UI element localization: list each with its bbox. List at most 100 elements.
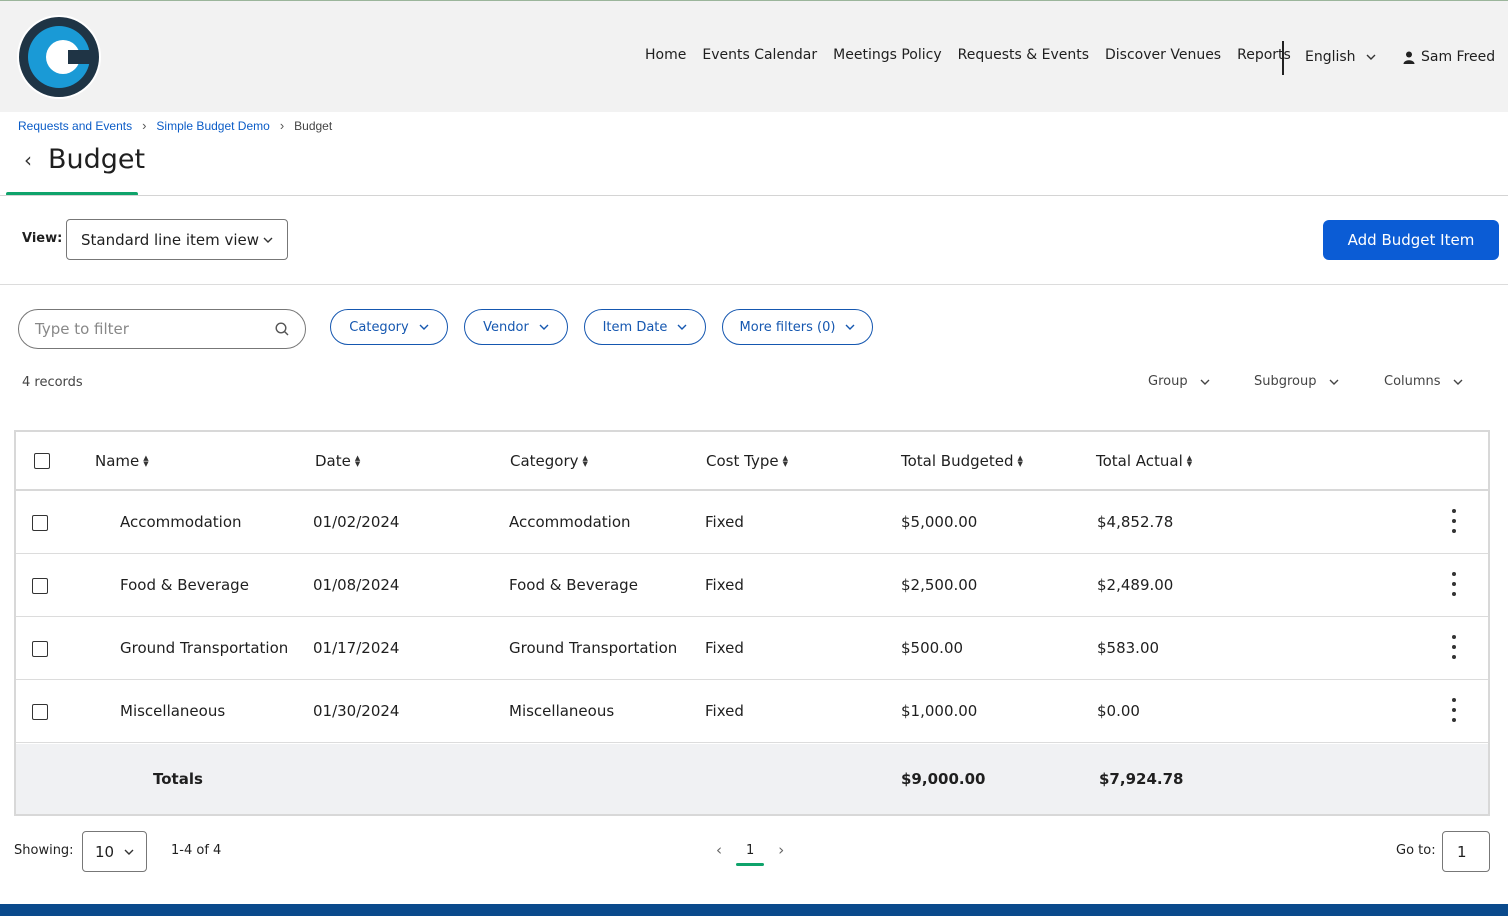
view-label: View:	[22, 231, 63, 246]
chevron-down-icon	[845, 324, 855, 330]
cell-category: Ground Transportation	[509, 639, 678, 657]
table-row[interactable]: Ground Transportation 01/17/2024 Ground …	[16, 617, 1488, 680]
cell-cost-type: Fixed	[705, 702, 744, 720]
goto-page-input[interactable]: 1	[1442, 831, 1490, 872]
cell-date: 01/08/2024	[313, 576, 400, 594]
chevron-right-icon: ›	[142, 118, 147, 133]
totals-row: Totals $9,000.00 $7,924.78	[16, 744, 1488, 814]
cell-category: Food & Beverage	[509, 576, 638, 594]
nav-home[interactable]: Home	[637, 47, 694, 63]
sort-icon: ▲ ▼	[582, 454, 588, 468]
nav-reports[interactable]: Reports	[1229, 47, 1299, 63]
cell-total-actual: $583.00	[1097, 639, 1160, 657]
category-filter-pill[interactable]: Category	[330, 309, 448, 345]
chevron-down-icon	[419, 324, 429, 330]
column-header-label: Total Actual	[1096, 452, 1183, 470]
sort-icon: ▲ ▼	[143, 454, 149, 468]
user-name: Sam Freed	[1421, 49, 1496, 65]
column-header-date[interactable]: Date ▲ ▼	[315, 452, 360, 470]
breadcrumb-simple-budget-demo[interactable]: Simple Budget Demo	[156, 119, 269, 133]
table-row[interactable]: Accommodation 01/02/2024 Accommodation F…	[16, 491, 1488, 554]
back-arrow-icon[interactable]: ‹	[24, 148, 32, 172]
columns-label: Columns	[1384, 374, 1441, 389]
row-menu-icon[interactable]	[1446, 572, 1462, 596]
subgroup-dropdown[interactable]: Subgroup	[1254, 374, 1339, 389]
chevron-down-icon	[1453, 379, 1463, 385]
row-checkbox[interactable]	[32, 578, 48, 594]
column-header-total-budgeted[interactable]: Total Budgeted ▲ ▼	[901, 452, 1023, 470]
chevron-down-icon	[677, 324, 687, 330]
top-header: Home Events Calendar Meetings Policy Req…	[0, 0, 1508, 112]
group-label: Group	[1148, 374, 1188, 389]
breadcrumb-requests-events[interactable]: Requests and Events	[18, 119, 132, 133]
column-header-label: Date	[315, 452, 351, 470]
cell-total-actual: $0.00	[1097, 702, 1140, 720]
nav-requests-events[interactable]: Requests & Events	[950, 47, 1097, 63]
row-menu-icon[interactable]	[1446, 635, 1462, 659]
divider	[0, 195, 1508, 196]
showing-label: Showing:	[14, 843, 74, 858]
company-logo[interactable]	[16, 14, 102, 100]
row-menu-icon[interactable]	[1446, 509, 1462, 533]
sort-icon: ▲ ▼	[1186, 454, 1193, 468]
totals-budgeted: $9,000.00	[901, 770, 986, 788]
more-filters-pill[interactable]: More filters (0)	[722, 309, 873, 345]
row-checkbox[interactable]	[32, 704, 48, 720]
item-date-filter-pill[interactable]: Item Date	[584, 309, 706, 345]
row-checkbox[interactable]	[32, 641, 48, 657]
pager: ‹ 1 ›	[716, 841, 784, 866]
column-header-cost-type[interactable]: Cost Type ▲ ▼	[706, 452, 788, 470]
cell-cost-type: Fixed	[705, 639, 744, 657]
search-icon	[275, 322, 289, 336]
chevron-down-icon	[263, 237, 273, 243]
columns-dropdown[interactable]: Columns	[1384, 374, 1463, 389]
records-count: 4 records	[22, 375, 83, 390]
row-checkbox[interactable]	[32, 515, 48, 531]
sort-icon: ▲ ▼	[782, 454, 788, 468]
vendor-filter-pill[interactable]: Vendor	[464, 309, 568, 345]
subgroup-label: Subgroup	[1254, 374, 1317, 389]
filter-input[interactable]: Type to filter	[18, 309, 306, 349]
page-size-select[interactable]: 10	[82, 831, 147, 872]
cell-date: 01/02/2024	[313, 513, 400, 531]
table-row[interactable]: Food & Beverage 01/08/2024 Food & Bevera…	[16, 554, 1488, 617]
table-row[interactable]: Miscellaneous 01/30/2024 Miscellaneous F…	[16, 680, 1488, 743]
cell-name: Ground Transportation	[120, 639, 289, 657]
budget-table: Name ▲ ▼ Date ▲ ▼ Category ▲ ▼ Cost Type ▲ ▼ Tot…	[14, 430, 1490, 816]
column-header-total-actual[interactable]: Total Actual ▲ ▼	[1096, 452, 1192, 470]
cell-total-actual: $4,852.78	[1097, 513, 1174, 531]
cell-total-actual: $2,489.00	[1097, 576, 1174, 594]
view-select-value: Standard line item view	[81, 230, 260, 249]
column-header-name[interactable]: Name ▲ ▼	[95, 452, 149, 470]
chevron-down-icon	[1329, 379, 1338, 385]
cell-total-budgeted: $500.00	[901, 639, 964, 657]
sort-icon: ▲ ▼	[354, 454, 361, 468]
column-header-label: Category	[510, 452, 579, 470]
nav-events-calendar[interactable]: Events Calendar	[694, 47, 825, 63]
divider	[0, 284, 1508, 285]
add-budget-item-button[interactable]: Add Budget Item	[1323, 220, 1499, 260]
group-dropdown[interactable]: Group	[1148, 374, 1210, 389]
pill-label: More filters (0)	[739, 319, 836, 335]
breadcrumb: Requests and Events › Simple Budget Demo…	[18, 118, 332, 133]
chevron-left-icon[interactable]: ‹	[716, 841, 722, 859]
row-menu-icon[interactable]	[1446, 698, 1462, 722]
cell-cost-type: Fixed	[705, 513, 744, 531]
nav-meetings-policy[interactable]: Meetings Policy	[825, 47, 949, 63]
cell-name: Accommodation	[120, 513, 242, 531]
cell-total-budgeted: $2,500.00	[901, 576, 978, 594]
chevron-right-icon[interactable]: ›	[778, 841, 784, 859]
select-all-checkbox[interactable]	[34, 453, 50, 469]
user-icon	[1403, 51, 1415, 64]
nav-discover-venues[interactable]: Discover Venues	[1097, 47, 1229, 63]
cell-total-budgeted: $1,000.00	[901, 702, 978, 720]
cell-name: Miscellaneous	[120, 702, 226, 720]
language-selector[interactable]: English	[1305, 49, 1376, 65]
user-menu[interactable]: Sam Freed	[1403, 49, 1495, 65]
chevron-right-icon: ›	[279, 118, 285, 133]
column-header-category[interactable]: Category ▲ ▼	[510, 452, 588, 470]
cell-cost-type: Fixed	[705, 576, 744, 594]
current-page[interactable]: 1	[735, 843, 765, 866]
main-nav: Home Events Calendar Meetings Policy Req…	[637, 47, 1299, 63]
view-select[interactable]: Standard line item view	[66, 219, 288, 260]
